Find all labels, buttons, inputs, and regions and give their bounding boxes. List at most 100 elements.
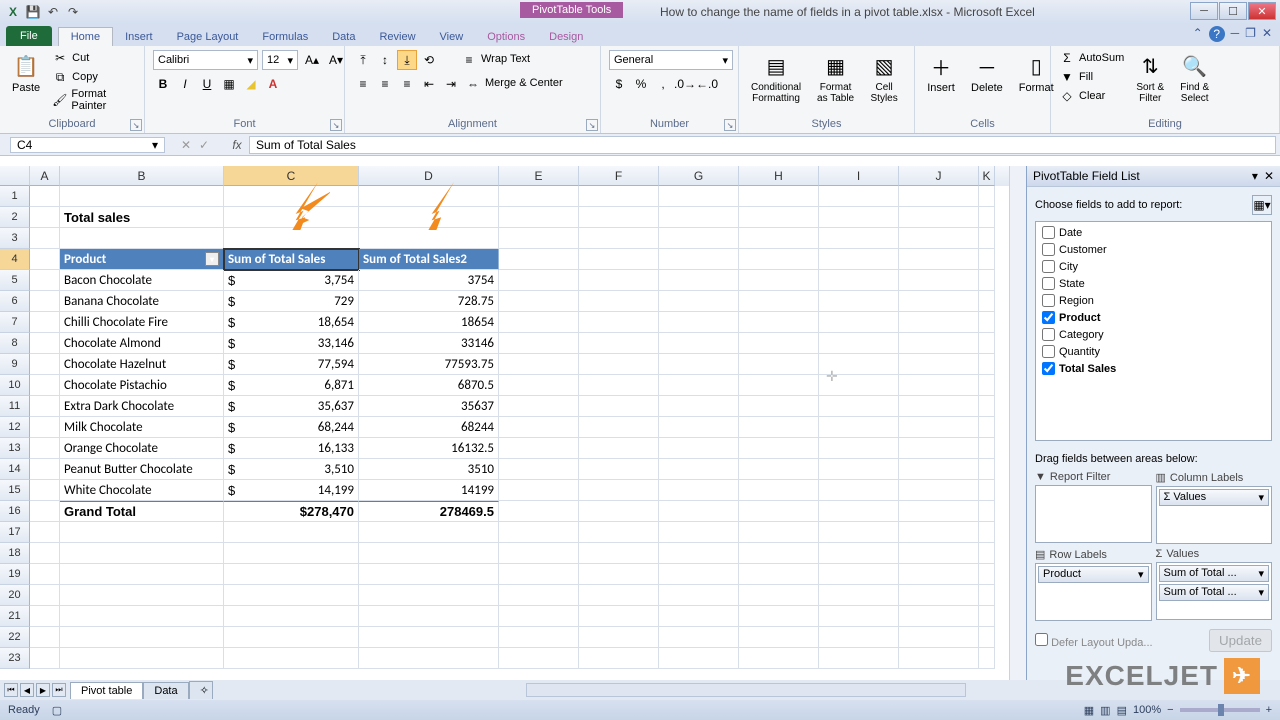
cell[interactable] xyxy=(499,207,579,228)
cell[interactable] xyxy=(579,207,659,228)
insert-cells-button[interactable]: ＋Insert xyxy=(923,50,959,96)
cell[interactable] xyxy=(30,249,60,270)
row-header[interactable]: 8 xyxy=(0,333,30,354)
field-chip[interactable]: Sum of Total ...▾ xyxy=(1159,565,1270,582)
cell[interactable] xyxy=(739,354,819,375)
cell[interactable] xyxy=(899,522,979,543)
cell[interactable] xyxy=(739,585,819,606)
cell[interactable] xyxy=(819,396,899,417)
align-center-button[interactable]: ≡ xyxy=(375,74,395,94)
cell[interactable] xyxy=(979,627,995,648)
copy-button[interactable]: ⧉Copy xyxy=(52,69,136,85)
font-color-button[interactable]: A xyxy=(263,74,283,94)
cell[interactable]: $3,754 xyxy=(224,270,359,291)
cell[interactable] xyxy=(659,606,739,627)
cell[interactable]: 3510 xyxy=(359,459,499,480)
cell[interactable] xyxy=(60,186,224,207)
cell[interactable]: 728.75 xyxy=(359,291,499,312)
cell[interactable] xyxy=(659,459,739,480)
cell[interactable] xyxy=(819,627,899,648)
field-chip[interactable]: Product▾ xyxy=(1038,566,1149,583)
cell[interactable] xyxy=(659,438,739,459)
cell[interactable]: 68244 xyxy=(359,417,499,438)
cell[interactable] xyxy=(659,291,739,312)
cell[interactable] xyxy=(979,417,995,438)
cell[interactable] xyxy=(579,648,659,669)
new-sheet-button[interactable]: ✧ xyxy=(189,681,213,699)
row-header[interactable]: 9 xyxy=(0,354,30,375)
increase-decimal-button[interactable]: .0→ xyxy=(675,74,695,94)
accounting-format-button[interactable]: $ xyxy=(609,74,629,94)
cell[interactable] xyxy=(819,606,899,627)
row-header[interactable]: 14 xyxy=(0,459,30,480)
field-checkbox[interactable]: Product xyxy=(1038,309,1269,326)
cell[interactable] xyxy=(819,522,899,543)
cell[interactable] xyxy=(30,186,60,207)
field-checkbox[interactable]: State xyxy=(1038,275,1269,292)
field-chip[interactable]: Σ Values▾ xyxy=(1159,489,1270,506)
cell[interactable]: Chocolate Hazelnut xyxy=(60,354,224,375)
workbook-minimize-icon[interactable]: ─ xyxy=(1231,26,1240,42)
align-left-button[interactable]: ≡ xyxy=(353,74,373,94)
field-checkbox[interactable]: Region xyxy=(1038,292,1269,309)
cell[interactable] xyxy=(739,312,819,333)
cell[interactable] xyxy=(979,249,995,270)
layout-options-button[interactable]: ▦▾ xyxy=(1252,195,1272,215)
cell[interactable] xyxy=(979,543,995,564)
cell[interactable] xyxy=(224,543,359,564)
cell[interactable]: Chilli Chocolate Fire xyxy=(60,312,224,333)
update-button[interactable]: Update xyxy=(1209,629,1272,652)
cell[interactable] xyxy=(579,312,659,333)
cell[interactable] xyxy=(579,522,659,543)
cell[interactable] xyxy=(60,648,224,669)
tab-home[interactable]: Home xyxy=(58,27,113,46)
cell[interactable] xyxy=(739,648,819,669)
tab-design[interactable]: Design xyxy=(537,28,595,46)
next-sheet-icon[interactable]: ▶ xyxy=(36,683,50,697)
cell[interactable] xyxy=(659,417,739,438)
cell[interactable] xyxy=(819,333,899,354)
cell[interactable] xyxy=(579,270,659,291)
fill-button[interactable]: ▼Fill xyxy=(1059,69,1124,85)
cell[interactable] xyxy=(659,543,739,564)
cell[interactable]: $14,199 xyxy=(224,480,359,501)
col-header[interactable]: J xyxy=(899,166,979,186)
redo-icon[interactable]: ↷ xyxy=(64,3,82,21)
tab-formulas[interactable]: Formulas xyxy=(250,28,320,46)
col-header[interactable]: E xyxy=(499,166,579,186)
cell-styles-button[interactable]: ▧Cell Styles xyxy=(866,50,902,106)
cell[interactable] xyxy=(819,207,899,228)
cell[interactable] xyxy=(979,207,995,228)
cell[interactable] xyxy=(499,627,579,648)
cell[interactable] xyxy=(499,249,579,270)
cell[interactable] xyxy=(979,438,995,459)
cell[interactable]: Banana Chocolate xyxy=(60,291,224,312)
cell[interactable]: Sum of Total Sales2 xyxy=(359,249,499,270)
fx-icon[interactable]: fx xyxy=(225,138,249,152)
row-header[interactable]: 18 xyxy=(0,543,30,564)
dialog-launcher-icon[interactable]: ↘ xyxy=(586,119,598,131)
cell[interactable] xyxy=(60,627,224,648)
cell[interactable]: 6870.5 xyxy=(359,375,499,396)
cell[interactable] xyxy=(979,585,995,606)
col-header[interactable]: H xyxy=(739,166,819,186)
cell[interactable] xyxy=(899,501,979,522)
cell[interactable] xyxy=(224,564,359,585)
tab-insert[interactable]: Insert xyxy=(113,28,165,46)
cell[interactable]: 16132.5 xyxy=(359,438,499,459)
zoom-out-icon[interactable]: − xyxy=(1167,704,1173,716)
col-header[interactable]: G xyxy=(659,166,739,186)
cell[interactable] xyxy=(979,270,995,291)
cell[interactable]: 14199 xyxy=(359,480,499,501)
cell[interactable] xyxy=(499,354,579,375)
cell[interactable] xyxy=(979,522,995,543)
cell[interactable] xyxy=(979,333,995,354)
paste-button[interactable]: 📋Paste xyxy=(8,50,44,96)
row-header[interactable]: 17 xyxy=(0,522,30,543)
cell[interactable] xyxy=(979,186,995,207)
save-icon[interactable]: 💾 xyxy=(24,3,42,21)
cell[interactable]: $33,146 xyxy=(224,333,359,354)
cell[interactable] xyxy=(359,606,499,627)
col-header[interactable]: I xyxy=(819,166,899,186)
enter-icon[interactable]: ✓ xyxy=(199,138,209,152)
